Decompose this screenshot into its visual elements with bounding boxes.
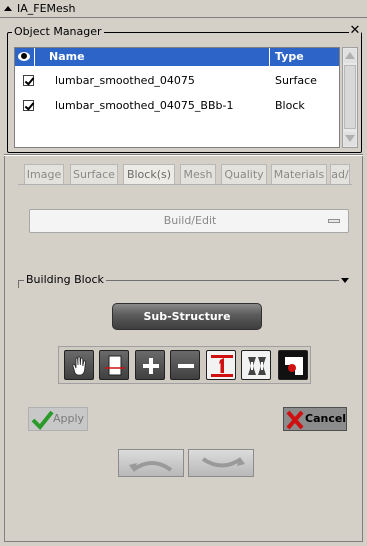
eye-icon	[18, 52, 30, 61]
number-button[interactable]	[206, 350, 236, 380]
building-block-title: Building Block	[24, 273, 106, 287]
scrollbar-thumb[interactable]	[344, 65, 356, 129]
redo-button[interactable]	[188, 449, 254, 477]
number-one-icon	[211, 355, 233, 377]
table-header: Name Type	[15, 48, 339, 66]
tab-mesh[interactable]: Mesh	[180, 164, 216, 184]
chevron-down-icon[interactable]	[339, 276, 353, 286]
visibility-column-header[interactable]	[15, 48, 35, 66]
object-name: lumbar_smoothed_04075_BBb-1	[55, 99, 234, 112]
hand-tool-button[interactable]	[64, 350, 94, 380]
building-block-divider-corner	[18, 280, 19, 288]
cancel-label: Cancel	[305, 412, 347, 425]
tab-surface[interactable]: Surface	[70, 164, 118, 184]
tab-load[interactable]: ad/	[330, 164, 350, 184]
visibility-checkbox[interactable]	[23, 75, 34, 86]
sub-structure-button[interactable]: Sub-Structure	[112, 303, 262, 330]
tab-quality[interactable]: Quality	[221, 164, 267, 184]
redo-arrow-icon	[201, 457, 245, 468]
tab-materials[interactable]: Materials	[271, 164, 327, 184]
window-title: IA_FEMesh	[17, 2, 76, 15]
undo-arrow-icon	[129, 461, 173, 472]
checkmark-icon	[31, 410, 54, 430]
object-manager-title: Object Manager	[12, 25, 104, 39]
triangle-up-icon[interactable]	[4, 6, 12, 11]
mode-dropdown-value: Build/Edit	[163, 214, 217, 227]
object-name: lumbar_smoothed_04075	[55, 74, 195, 87]
cancel-button[interactable]: Cancel	[283, 407, 347, 431]
split-icon	[248, 357, 266, 375]
table-row[interactable]: lumbar_smoothed_04075 Surface	[15, 70, 339, 92]
x-cancel-icon	[286, 410, 304, 430]
tab-image[interactable]: Image	[24, 164, 64, 184]
table-row[interactable]: lumbar_smoothed_04075_BBb-1 Block	[15, 95, 339, 117]
tab-blocks[interactable]: Block(s)	[123, 164, 175, 184]
block-select-icon	[105, 355, 125, 376]
minus-icon	[178, 364, 194, 368]
split-block-button[interactable]	[241, 350, 271, 380]
object-type: Surface	[275, 74, 317, 87]
window-titlebar[interactable]: IA_FEMesh	[0, 0, 367, 18]
hand-icon	[72, 356, 86, 376]
mode-dropdown[interactable]: Build/Edit	[29, 209, 349, 233]
block-select-button[interactable]	[99, 350, 129, 380]
close-icon[interactable]: ✕	[349, 24, 361, 38]
remove-block-button[interactable]	[170, 350, 200, 380]
dropdown-handle-icon	[328, 219, 340, 223]
undo-button[interactable]	[118, 449, 184, 477]
object-table: Name Type lumbar_smoothed_04075 Surface …	[14, 47, 340, 148]
add-block-button[interactable]	[135, 350, 165, 380]
name-column-header[interactable]: Name	[35, 48, 270, 66]
scroll-up-icon[interactable]	[344, 49, 356, 63]
corner-mark-icon	[285, 357, 303, 375]
apply-label: Apply	[53, 412, 85, 425]
type-column-header[interactable]: Type	[270, 48, 339, 66]
plus-icon	[143, 358, 159, 374]
tab-divider	[18, 184, 352, 185]
apply-button[interactable]: Apply	[28, 407, 88, 431]
corner-mark-button[interactable]	[278, 350, 308, 380]
table-scrollbar[interactable]	[342, 47, 358, 148]
visibility-checkbox[interactable]	[23, 100, 34, 111]
object-type: Block	[275, 99, 305, 112]
scroll-down-icon[interactable]	[344, 132, 356, 146]
